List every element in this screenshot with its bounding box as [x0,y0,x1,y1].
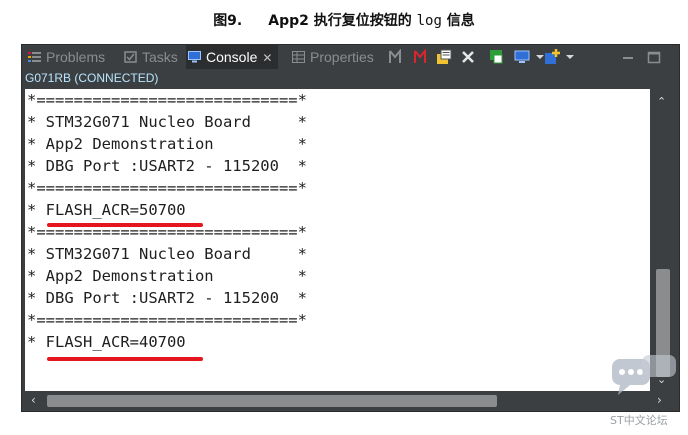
tab-tasks-label: Tasks [142,49,178,65]
close-icon[interactable]: ✕ [262,51,272,65]
caption-log-word: log [416,13,442,29]
forum-logo-icon [612,355,676,395]
maximize-icon[interactable] [646,49,662,65]
flash-acr-line: * FLASH_ACR=50700 [27,201,186,219]
clear-console-icon[interactable] [436,49,452,65]
caption-text: App2 执行复位按钮的 [268,13,417,29]
tab-console-label: Console [206,49,258,65]
problems-icon [28,52,41,62]
horizontal-scroll-thumb[interactable] [47,395,497,407]
console-line: * App2 Demonstration * [27,267,307,285]
console-line: * DBG Port :USART2 - 115200 * [27,289,307,307]
tab-problems[interactable]: Problems [28,45,105,69]
console-icon [188,51,201,63]
minimize-icon[interactable] [620,49,636,65]
tab-console[interactable]: Console ✕ [186,45,279,69]
flash-acr-line: * FLASH_ACR=40700 [27,333,186,351]
figure-number: 图9. [213,13,243,29]
new-console-icon[interactable] [544,49,560,65]
console-line: * DBG Port :USART2 - 115200 * [27,157,307,175]
tab-problems-label: Problems [46,49,106,65]
horizontal-scrollbar[interactable]: ‹ › [25,391,676,411]
console-line: *============================* [27,91,307,109]
vertical-scrollbar[interactable]: ⌃ ⌄ [650,89,676,391]
display-console-icon[interactable] [514,49,530,65]
scroll-up-icon[interactable]: ⌃ [657,95,666,108]
watermark-text: ST中文论坛 [610,414,668,427]
console-line: * App2 Demonstration * [27,135,307,153]
tab-properties[interactable]: Properties [292,45,374,69]
figure-caption: 图9. App2 执行复位按钮的 log 信息 [0,10,688,30]
connection-status: G071RB (CONNECTED) [22,69,679,87]
tasks-icon [124,51,137,63]
console-view: Problems Tasks Console ✕ Properties G071… [21,44,680,412]
console-line: *============================* [27,311,307,329]
chevron-down-icon-2[interactable] [562,49,578,65]
terminate-icon[interactable] [412,49,428,65]
console-line: *============================* [27,179,307,197]
console-output[interactable]: *============================* * STM32G0… [25,89,650,391]
remove-launch-icon[interactable] [460,49,476,65]
console-line: * STM32G071 Nucleo Board * [27,113,307,131]
pin-console-icon[interactable] [488,49,504,65]
scroll-left-icon[interactable]: ‹ [31,393,36,407]
tab-tasks[interactable]: Tasks [124,45,178,69]
console-line: *============================* [27,223,307,241]
tab-properties-label: Properties [310,49,374,65]
view-tab-bar: Problems Tasks Console ✕ Properties [22,45,679,69]
caption-text-end: 信息 [441,13,475,29]
highlight-underline [47,357,203,361]
properties-icon [292,51,305,63]
console-line: * STM32G071 Nucleo Board * [27,245,307,263]
scroll-lock-icon[interactable] [387,49,403,65]
